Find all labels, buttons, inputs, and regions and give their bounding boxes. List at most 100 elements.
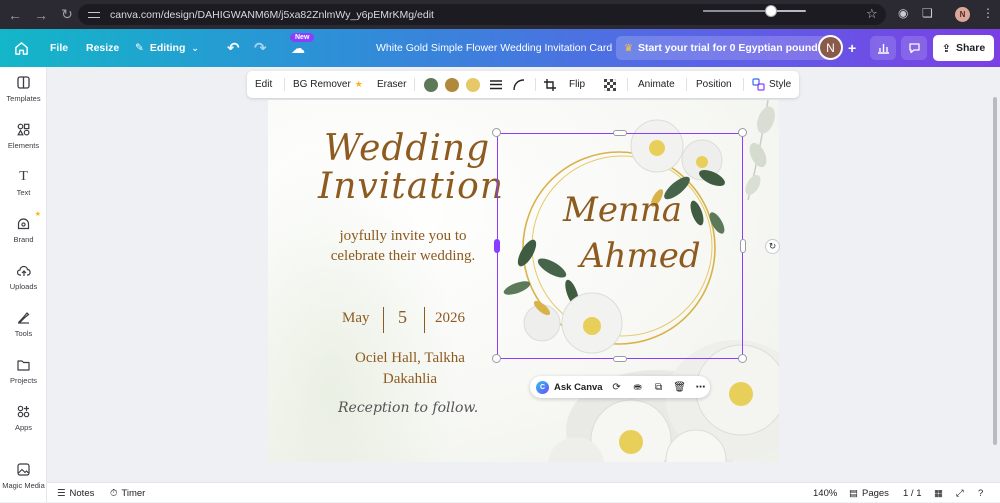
start-trial-button[interactable]: ♛ Start your trial for 0 Egyptian pounds: [616, 36, 832, 60]
color-swatch-bronze[interactable]: [445, 78, 459, 92]
camera-icon[interactable]: ◉: [898, 6, 908, 20]
delete-icon[interactable]: 🗑: [673, 380, 687, 394]
toolbar-divider: [414, 78, 415, 91]
forward-icon[interactable]: →: [30, 4, 52, 26]
crop-button[interactable]: [544, 71, 556, 98]
file-menu-button[interactable]: File: [50, 29, 68, 67]
comments-button[interactable]: [901, 36, 927, 60]
share-button[interactable]: ⇪ Share: [933, 35, 994, 61]
workspace-scrollbar[interactable]: [993, 97, 997, 445]
resize-button[interactable]: Resize: [86, 29, 119, 67]
border-style-button[interactable]: [490, 71, 502, 98]
more-options-icon[interactable]: ⋯: [694, 380, 708, 394]
redo-button[interactable]: ↷: [254, 29, 267, 67]
share-label: Share: [956, 42, 986, 54]
undo-button[interactable]: ↶: [227, 29, 240, 67]
sidebar-item-text[interactable]: T Text: [0, 161, 47, 205]
bg-remover-button[interactable]: BG Remover ★: [293, 71, 363, 98]
reload-icon[interactable]: ↻: [56, 4, 78, 26]
animate-button[interactable]: Animate: [638, 71, 675, 98]
resize-handle-top-right[interactable]: [738, 128, 747, 137]
timer-button[interactable]: ⏱ Timer: [110, 483, 145, 503]
crown-icon: ♛: [624, 42, 633, 54]
pages-icon: ▤: [849, 487, 858, 499]
help-icon[interactable]: ?: [978, 483, 983, 503]
sidebar-item-magic-media[interactable]: Magic Media: [0, 454, 47, 498]
eraser-button[interactable]: Eraser: [377, 71, 406, 98]
notes-label: Notes: [69, 487, 95, 499]
resize-handle-left[interactable]: [494, 239, 500, 253]
site-settings-icon[interactable]: [88, 10, 100, 20]
user-avatar[interactable]: N: [818, 35, 843, 60]
sidebar-item-brand[interactable]: ★ Brand: [0, 208, 47, 252]
home-button[interactable]: [14, 29, 32, 67]
rotate-icon: ↻: [768, 241, 777, 251]
sidebar-item-templates[interactable]: Templates: [0, 67, 47, 111]
sidebar-item-tools[interactable]: Tools: [0, 302, 47, 346]
style-button[interactable]: Style: [752, 71, 791, 98]
bar-chart-icon: [877, 44, 889, 54]
resize-handle-bottom[interactable]: [613, 356, 627, 362]
insights-button[interactable]: [870, 36, 896, 60]
zoom-slider-knob[interactable]: [765, 5, 777, 17]
venue-line-2: Dakahlia: [382, 371, 438, 387]
grid-view-icon[interactable]: ▦: [934, 483, 943, 503]
zoom-slider-fill: [703, 10, 770, 12]
selection-frame[interactable]: [497, 133, 743, 359]
pages-button[interactable]: ▤ Pages: [849, 483, 889, 503]
duplicate-icon[interactable]: ⧉: [652, 380, 666, 394]
add-comment-icon[interactable]: ⟳: [610, 380, 624, 394]
date-month: May: [342, 310, 370, 326]
position-button[interactable]: Position: [696, 71, 732, 98]
sidebar-item-apps[interactable]: Apps: [0, 396, 47, 440]
back-icon[interactable]: ←: [4, 4, 26, 26]
transparency-button[interactable]: [604, 71, 616, 98]
color-swatch-green[interactable]: [424, 78, 438, 92]
document-title[interactable]: White Gold Simple Flower Wedding Invitat…: [376, 29, 612, 67]
color-swatch-gold[interactable]: [466, 78, 480, 92]
fullscreen-icon[interactable]: ⤢: [956, 483, 964, 503]
magic-media-icon: [17, 463, 31, 477]
sidebar-item-uploads[interactable]: Uploads: [0, 255, 47, 299]
new-badge: New: [290, 33, 315, 42]
resize-handle-top[interactable]: [613, 130, 627, 136]
chevron-down-icon: ⌄: [191, 42, 199, 53]
sidebar-item-label: Uploads: [9, 281, 38, 291]
left-sidebar: Templates Elements T Text ★ Brand Upload…: [0, 67, 47, 502]
zoom-level[interactable]: 140%: [813, 483, 837, 503]
browser-profile-avatar[interactable]: N: [955, 7, 970, 22]
venue-text[interactable]: Ociel Hall, Talkha Dakahlia: [330, 348, 490, 390]
corner-rounding-button[interactable]: [513, 71, 525, 98]
browser-menu-icon[interactable]: ⋮: [982, 6, 994, 20]
bookmark-star-icon[interactable]: ☆: [866, 6, 878, 22]
extensions-icon[interactable]: ❏: [922, 6, 933, 20]
border-lines-icon: [490, 79, 502, 89]
style-label: Style: [769, 79, 792, 90]
editing-mode-button[interactable]: ✎ Editing ⌄: [135, 29, 199, 67]
premium-crown-icon: ★: [354, 79, 363, 89]
invite-text[interactable]: joyfully invite you to celebrate their w…: [318, 226, 488, 266]
templates-icon: [17, 76, 31, 90]
flip-button[interactable]: Flip: [569, 71, 585, 98]
sidebar-item-projects[interactable]: Projects: [0, 349, 47, 393]
add-collaborator-button[interactable]: +: [848, 29, 856, 67]
resize-handle-top-left[interactable]: [492, 128, 501, 137]
crop-icon: [544, 78, 556, 91]
sidebar-item-elements[interactable]: Elements: [0, 114, 47, 158]
title-line-wedding[interactable]: Wedding: [324, 128, 490, 169]
resize-handle-bottom-left[interactable]: [492, 354, 501, 363]
rotate-handle[interactable]: ↻: [765, 239, 780, 254]
reception-text[interactable]: Reception to follow.: [338, 400, 478, 416]
date-divider: [383, 307, 384, 333]
date-year: 2026: [435, 310, 465, 326]
wedding-date[interactable]: May 5 2026: [328, 305, 488, 333]
notes-button[interactable]: ☰ Notes: [57, 483, 94, 503]
lock-icon[interactable]: ⛂: [631, 380, 645, 394]
sidebar-item-label: Apps: [14, 422, 33, 432]
edit-image-button[interactable]: Edit: [255, 71, 272, 98]
sidebar-item-label: Templates: [6, 93, 41, 103]
ask-canva-button[interactable]: Ask Canva: [554, 382, 603, 393]
resize-handle-bottom-right[interactable]: [738, 354, 747, 363]
title-line-invitation[interactable]: Invitation: [318, 166, 504, 207]
resize-handle-right[interactable]: [740, 239, 746, 253]
